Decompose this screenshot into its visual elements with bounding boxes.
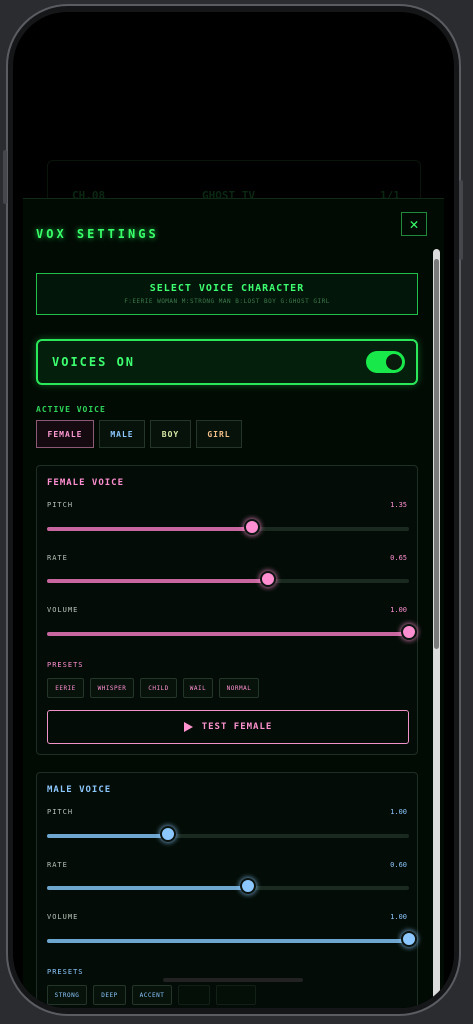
female-pitch-label: PITCH [47,501,74,509]
voice-option-girl[interactable]: GIRL [196,420,242,448]
female-voice-title: FEMALE VOICE [47,478,125,488]
side-button-right [459,180,463,260]
male-rate-thumb[interactable] [239,878,256,894]
play-icon [183,722,193,732]
female-volume-fill [47,632,409,636]
male-preset-5[interactable] [216,985,256,1005]
close-button[interactable]: ✕ [401,212,427,236]
side-button-left [3,150,7,204]
female-rate-thumb[interactable] [259,571,276,587]
home-indicator[interactable] [163,978,303,982]
dynamic-island [179,40,311,74]
select-voice-shortcuts: F:EERIE WOMAN M:STRONG MAN B:LOST BOY G:… [124,298,330,305]
male-preset-accent[interactable]: ACCENT [132,985,172,1005]
male-pitch-label: PITCH [47,808,74,816]
voices-toggle-label: VOICES ON [52,355,136,369]
select-voice-label: SELECT VOICE CHARACTER [149,283,305,294]
vox-settings-panel: VOX SETTINGS ✕ SELECT VOICE CHARACTER F:… [23,198,444,1008]
male-volume-thumb[interactable] [401,931,417,947]
male-volume-label: VOLUME [47,913,79,921]
female-preset-child[interactable]: CHILD [140,678,177,698]
male-preset-4[interactable] [178,985,210,1005]
test-female-label: TEST FEMALE [201,722,273,732]
voice-option-female[interactable]: FEMALE [36,420,94,448]
test-female-button[interactable]: TEST FEMALE [47,710,409,744]
male-volume-slider[interactable] [47,931,417,947]
female-pitch-thumb[interactable] [243,519,260,535]
male-voice-card: MALE VOICE PITCH 1.00 RATE 0.60 VOLUME 1… [36,772,418,1008]
female-preset-eerie[interactable]: EERIE [47,678,84,698]
voices-toggle-switch[interactable] [366,351,405,373]
female-volume-slider[interactable] [47,624,417,640]
female-preset-whisper[interactable]: WHISPER [90,678,134,698]
female-volume-thumb[interactable] [401,624,417,640]
female-preset-wail[interactable]: WAIL [183,678,213,698]
female-rate-fill [47,579,268,583]
female-rate-slider[interactable] [47,571,409,587]
scrollbar-thumb[interactable] [434,259,439,649]
voice-option-boy[interactable]: BOY [150,420,191,448]
female-volume-label: VOLUME [47,606,79,614]
female-presets-label: PRESETS [47,661,84,669]
male-volume-fill [47,939,409,943]
male-pitch-value: 1.00 [390,808,407,816]
male-preset-deep[interactable]: DEEP [93,985,126,1005]
female-rate-label: RATE [47,554,68,562]
female-pitch-fill [47,527,252,531]
female-pitch-value: 1.35 [390,501,407,509]
female-voice-card: FEMALE VOICE PITCH 1.35 RATE 0.65 VOLUME… [36,465,418,755]
male-rate-label: RATE [47,861,68,869]
female-pitch-slider[interactable] [47,519,409,535]
female-preset-normal[interactable]: NORMAL [219,678,259,698]
male-pitch-thumb[interactable] [159,826,176,842]
male-preset-strong[interactable]: STRONG [47,985,87,1005]
female-volume-value: 1.00 [390,606,407,614]
male-presets-label: PRESETS [47,968,84,976]
toggle-knob [386,354,402,370]
male-voice-title: MALE VOICE [47,785,112,795]
panel-title: VOX SETTINGS [36,227,159,241]
female-rate-value: 0.65 [390,554,407,562]
select-voice-button[interactable]: SELECT VOICE CHARACTER F:EERIE WOMAN M:S… [36,273,418,315]
male-pitch-fill [47,834,168,838]
active-voice-label: ACTIVE VOICE [36,405,106,414]
voices-toggle-row[interactable]: VOICES ON [36,339,418,385]
male-volume-value: 1.00 [390,913,407,921]
screen: CH.08 GHOST TV 1/1 VOX SETTINGS ✕ SELECT… [13,12,454,1008]
male-pitch-slider[interactable] [47,826,409,842]
male-rate-fill [47,886,248,890]
male-rate-value: 0.60 [390,861,407,869]
voice-option-male[interactable]: MALE [99,420,145,448]
male-rate-slider[interactable] [47,878,409,894]
close-icon: ✕ [409,215,419,233]
